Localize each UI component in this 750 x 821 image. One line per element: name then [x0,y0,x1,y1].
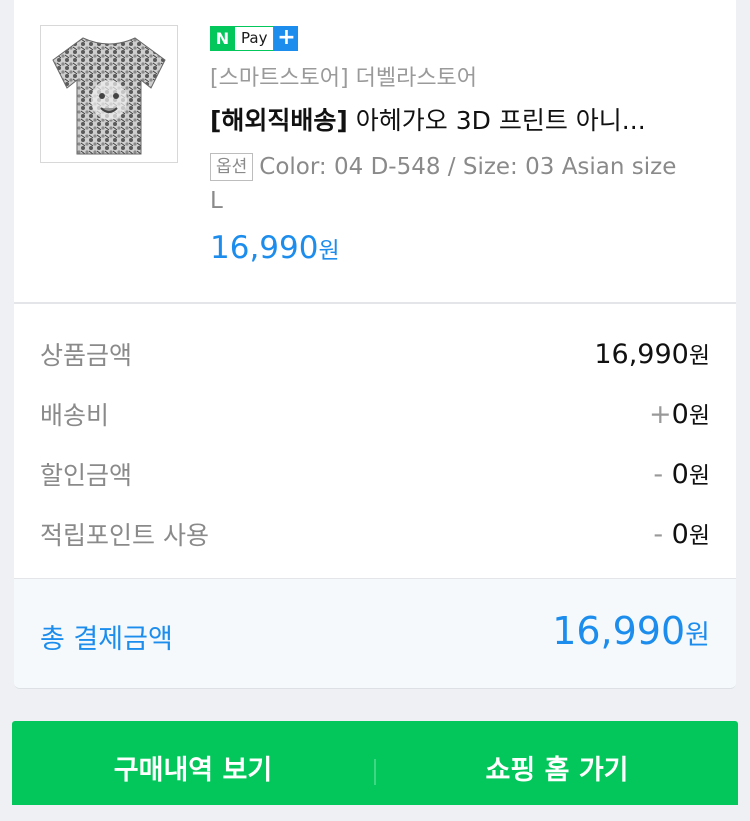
option-badge: 옵션 [210,153,254,181]
view-purchase-history-button[interactable]: 구매내역 보기 [12,721,374,805]
row-label: 배송비 [40,401,110,430]
store-name: [스마트스토어] 더벨라스토어 [210,66,478,91]
row-value: 16,990원 [594,339,710,370]
go-shopping-home-button[interactable]: 쇼핑 홈 가기 [376,721,738,805]
product-item[interactable]: N Pay + [스마트스토어] 더벨라스토어 [해외직배송] 아헤가오 3D … [14,0,736,304]
npay-label: Pay [235,26,275,51]
price-unit: 원 [318,238,340,264]
row-value: +0원 [649,399,710,430]
row-label: 상품금액 [40,341,133,370]
bottom-action-bar: 구매내역 보기 쇼핑 홈 가기 [12,721,738,805]
product-price: 16,990원 [210,230,340,266]
summary-row-discount: 할인금액 - 0원 [40,456,710,496]
title-tag: [해외직배송] [210,106,348,135]
t-shirt-image-icon [52,37,166,155]
product-title[interactable]: [해외직배송] 아헤가오 3D 프린트 아니... [210,101,710,137]
summary-row-product-amount: 상품금액 16,990원 [40,336,710,376]
title-text: 아헤가오 3D 프린트 아니... [347,106,646,135]
total-payment: 총 결제금액 16,990원 [14,578,736,688]
product-option: 옵션 Color: 04 D-548 / Size: 03 Asian size … [210,150,680,218]
total-label: 총 결제금액 [40,624,173,655]
npay-plus-badge: N Pay + [210,26,299,51]
row-label: 할인금액 [40,461,133,490]
total-value: 16,990원 [552,609,710,653]
row-value: - 0원 [653,519,710,550]
product-thumbnail[interactable] [40,25,178,163]
plus-icon: + [274,26,299,51]
summary-row-points: 적립포인트 사용 - 0원 [40,516,710,556]
row-value: - 0원 [653,459,710,490]
npay-n-icon: N [210,26,235,51]
order-summary-card: N Pay + [스마트스토어] 더벨라스토어 [해외직배송] 아헤가오 3D … [14,0,736,689]
price-value: 16,990 [210,230,319,266]
summary-row-shipping: 배송비 +0원 [40,396,710,436]
option-text: Color: 04 D-548 / Size: 03 Asian size L [210,154,677,214]
row-label: 적립포인트 사용 [40,521,209,550]
